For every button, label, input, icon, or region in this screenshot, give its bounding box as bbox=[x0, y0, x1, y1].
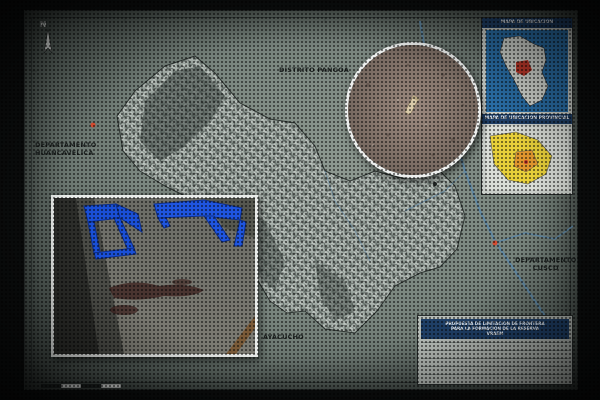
inset-region-title: MAPA DE UBICACION PROVINCIAL bbox=[482, 114, 572, 124]
location-inset-panel: MAPA DE UBICACION DEPARTAMENTAL MAPA DE … bbox=[481, 17, 573, 195]
label-district-pangoa: DISTRITO PANGOA bbox=[279, 66, 349, 74]
town-point bbox=[433, 182, 437, 186]
scale-bar bbox=[41, 375, 122, 389]
composite-image: N DISTRITO PANGOA DEPARTAMENTO HUANCAVEL… bbox=[0, 0, 600, 400]
label-ayacucho: AYACUCHO bbox=[263, 333, 304, 341]
peru-inset-map bbox=[486, 30, 568, 112]
title-heading: PROPUESTA DE LIMITACION DE FRONTERA PARA… bbox=[421, 319, 569, 339]
north-letter: N bbox=[40, 20, 47, 29]
label-dept-huancavelica: DEPARTAMENTO HUANCAVELICA bbox=[35, 141, 97, 157]
inset-peru-title: MAPA DE UBICACION DEPARTAMENTAL bbox=[482, 18, 572, 35]
title-row bbox=[421, 374, 569, 383]
region-inset-map bbox=[486, 126, 568, 190]
boundary-point bbox=[492, 240, 498, 246]
label-dept-cusco: DEPARTAMENTO CUSCO bbox=[515, 256, 577, 272]
bullet-casing-photo bbox=[345, 42, 481, 178]
boundary-point bbox=[90, 122, 96, 128]
map-title-block: PROPUESTA DE LIMITACION DE FRONTERA PARA… bbox=[417, 315, 573, 385]
crime-scene-photo bbox=[51, 195, 258, 357]
